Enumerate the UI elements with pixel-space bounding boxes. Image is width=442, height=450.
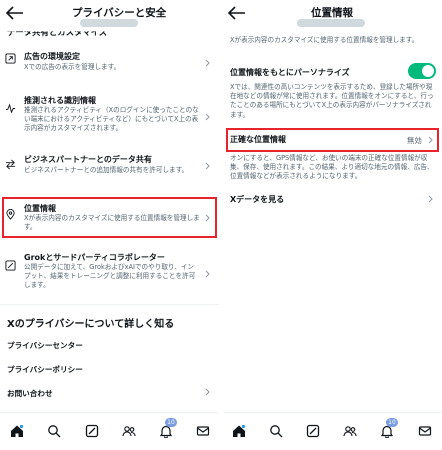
page-title: プライバシーと安全 (72, 7, 167, 19)
x-data-title: Xデータを見る (230, 195, 285, 204)
x-data-row[interactable]: Xデータを見る (224, 190, 442, 208)
messages-icon[interactable] (418, 424, 432, 438)
account-handle-redacted (297, 19, 365, 27)
personalize-title: 位置情報をもとにパーソナライズ (230, 68, 350, 77)
item-desc: 公開データに加えて、GrokおよびxAIでのやり取り、インプット、結果をトレーニ… (24, 263, 196, 290)
precise-desc: オンにすると、GPS情報など、お使いの端末の正確な位置情報が収集、保存、使用され… (230, 154, 434, 181)
notifications-badge: 10 (386, 418, 398, 427)
messages-icon[interactable] (196, 424, 210, 438)
item-desc: ビジネスパートナーとの追加情報の共有を許可します。 (24, 166, 189, 174)
back-arrow-icon[interactable] (6, 6, 24, 20)
home-icon[interactable] (232, 424, 246, 438)
section-divider (0, 304, 219, 305)
contact-us-link[interactable]: お問い合わせ (7, 388, 53, 399)
notifications-badge: 10 (165, 418, 177, 427)
location-screen: 位置情報 Xが表示内容のカスタマイズに使用する位置情報を管理します。 位置情報を… (224, 0, 442, 450)
page-title: 位置情報 (311, 7, 353, 19)
privacy-policy-link[interactable]: プライバシーポリシー (7, 364, 83, 375)
chevron-right-icon (205, 388, 210, 396)
activity-icon (5, 103, 16, 114)
highlight-box-precise-location (226, 128, 439, 152)
highlight-box-location (2, 197, 217, 238)
menu-item-grok[interactable]: Grokとサードパーティコラボレーター 公開データに加えて、GrokおよびxAI… (0, 250, 219, 296)
personalize-location-row: 位置情報をもとにパーソナライズ Xでは、関連性の高いコンテンツを表示するため、登… (224, 60, 442, 132)
home-icon[interactable] (10, 424, 24, 438)
chevron-right-icon (428, 195, 433, 203)
chevron-right-icon (205, 59, 210, 67)
search-icon[interactable] (269, 424, 283, 438)
item-title: ビジネスパートナーとのデータ共有 (24, 155, 152, 164)
header: プライバシーと安全 (0, 0, 219, 32)
item-desc: 推測されるアクティビティ（Xのログインに使ったことのない端末におけるアクティビテ… (24, 106, 199, 133)
grok-icon (5, 260, 16, 271)
account-handle-redacted (80, 19, 138, 27)
search-icon[interactable] (47, 424, 61, 438)
intro-text: Xが表示内容のカスタマイズに使用する位置情報を管理します。 (230, 36, 419, 44)
chevron-right-icon (205, 162, 210, 170)
menu-item-inferred-identity[interactable]: 推測される識別情報 推測されるアクティビティ（Xのログインに使ったことのない端末… (0, 93, 219, 141)
menu-item-business-partners[interactable]: ビジネスパートナーとのデータ共有 ビジネスパートナーとの追加情報の共有を許可しま… (0, 152, 219, 180)
menu-item-ad-preferences[interactable]: 広告の環境設定 Xでの広告の表示を管理します。 (0, 50, 219, 76)
personalize-desc: Xでは、関連性の高いコンテンツを表示するため、登録した場所や現在地などの情報が常… (230, 83, 434, 119)
learn-more-heading: Xのプライバシーについて詳しく知る (7, 319, 175, 330)
grok-icon[interactable] (85, 424, 99, 438)
personalize-toggle[interactable] (408, 63, 436, 79)
communities-icon[interactable] (122, 424, 136, 438)
privacy-center-link[interactable]: プライバシーセンター (7, 340, 83, 351)
chevron-right-icon (205, 113, 210, 121)
item-title: 推測される識別情報 (24, 96, 96, 105)
bottom-nav: 10 (0, 412, 219, 450)
item-title: 広告の環境設定 (24, 52, 80, 61)
grok-icon[interactable] (306, 424, 320, 438)
communities-icon[interactable] (343, 424, 357, 438)
back-arrow-icon[interactable] (228, 6, 246, 20)
header: 位置情報 (224, 0, 442, 32)
privacy-safety-screen: プライバシーと安全 データ共有とカスタマイズ 広告の環境設定 Xでの広告の表示を… (0, 0, 219, 450)
ads-icon (5, 53, 16, 64)
bottom-nav: 10 (224, 412, 442, 450)
item-title: Grokとサードパーティコラボレーター (24, 253, 165, 262)
item-desc: Xでの広告の表示を管理します。 (24, 63, 121, 71)
share-arrows-icon (5, 159, 16, 170)
chevron-right-icon (205, 270, 210, 278)
